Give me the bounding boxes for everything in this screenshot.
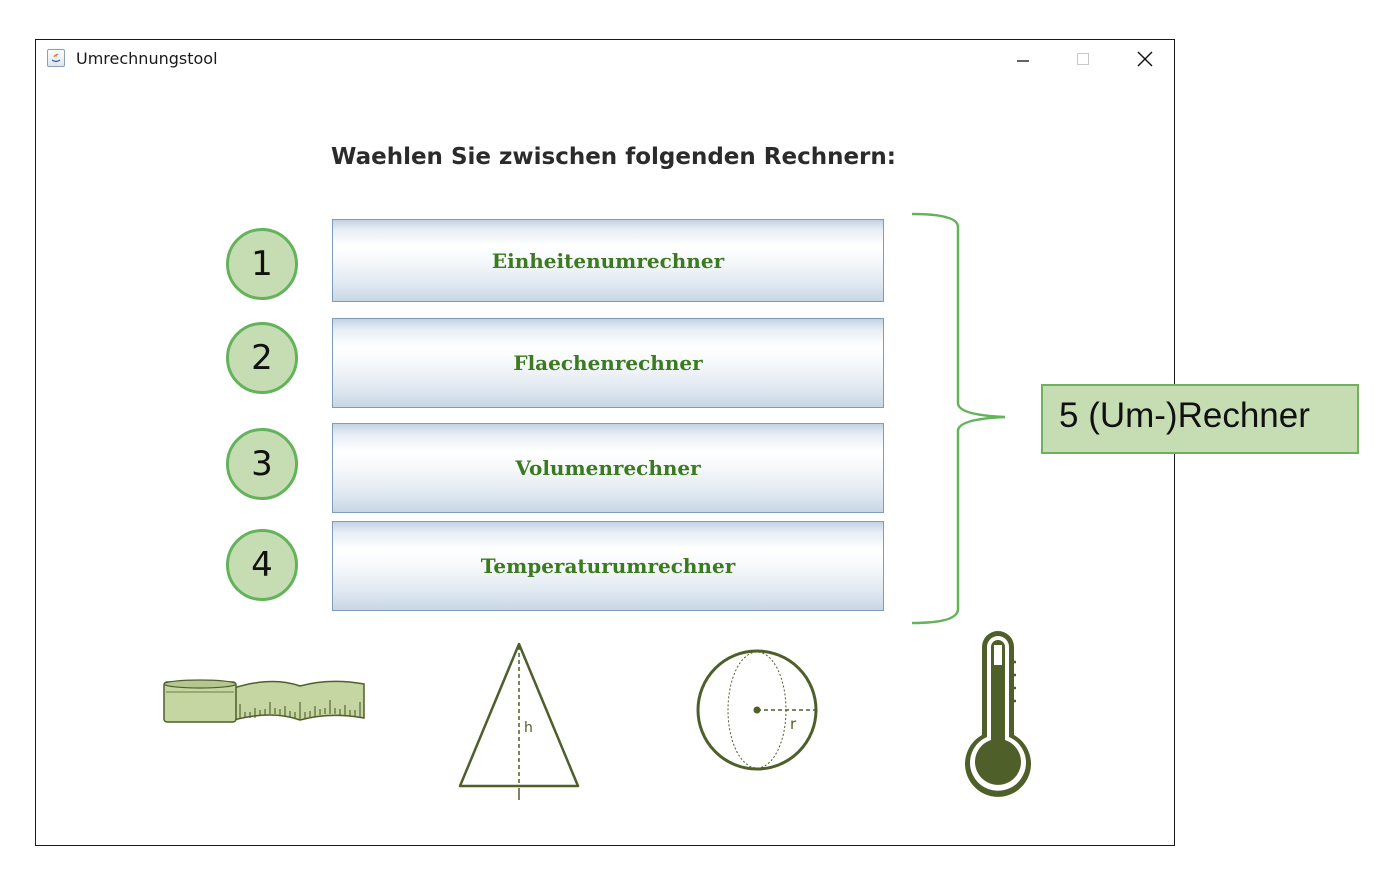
badge-4: 4 bbox=[226, 529, 298, 601]
unit-converter-label: Einheitenumrechner bbox=[491, 248, 725, 273]
temperature-converter-label: Temperaturumrechner bbox=[480, 554, 736, 578]
sphere-icon: r bbox=[696, 649, 818, 771]
badge-2: 2 bbox=[226, 322, 298, 394]
height-label: h bbox=[524, 720, 533, 736]
temperature-converter-button[interactable]: Temperaturumrechner bbox=[332, 521, 884, 611]
java-app-icon bbox=[47, 49, 65, 67]
radius-label: r bbox=[790, 715, 797, 733]
maximize-icon bbox=[1077, 53, 1089, 65]
close-icon bbox=[1137, 51, 1153, 67]
badge-1: 1 bbox=[226, 228, 298, 300]
area-calculator-button[interactable]: Flaechenrechner bbox=[332, 318, 884, 408]
badge-3: 3 bbox=[226, 428, 298, 500]
measuring-tape-icon bbox=[163, 679, 365, 723]
page-heading: Waehlen Sie zwischen folgenden Rechnern: bbox=[331, 144, 896, 170]
window-title: Umrechnungstool bbox=[76, 49, 218, 68]
maximize-button[interactable] bbox=[1060, 44, 1106, 74]
minimize-button[interactable] bbox=[1000, 44, 1046, 74]
unit-converter-button[interactable]: Einheitenumrechner bbox=[332, 219, 884, 302]
cone-icon: h bbox=[458, 642, 580, 800]
callout-text: 5 (Um-)Rechner bbox=[1059, 396, 1310, 435]
calculator-count-callout: 5 (Um-)Rechner bbox=[1041, 384, 1359, 454]
volume-calculator-button[interactable]: Volumenrechner bbox=[332, 423, 884, 513]
thermometer-icon bbox=[965, 631, 1031, 797]
minimize-icon bbox=[1017, 60, 1029, 62]
volume-calculator-label: Volumenrechner bbox=[515, 456, 701, 480]
title-bar[interactable]: Umrechnungstool bbox=[36, 40, 1174, 78]
area-calculator-label: Flaechenrechner bbox=[513, 351, 703, 375]
close-button[interactable] bbox=[1122, 44, 1168, 74]
right-brace bbox=[911, 212, 1006, 625]
